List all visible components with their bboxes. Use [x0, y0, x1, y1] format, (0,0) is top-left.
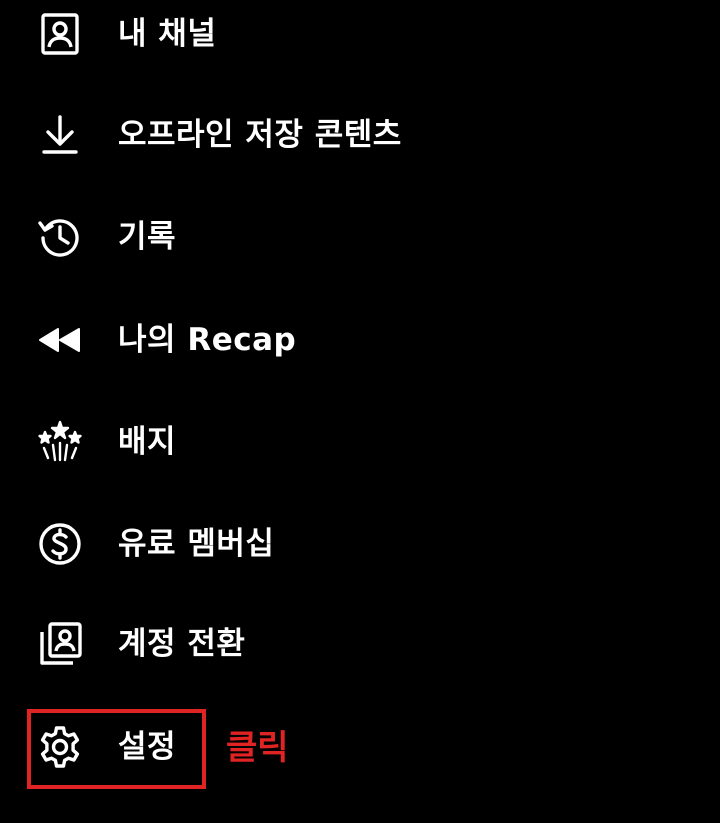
menu-item-paid-membership[interactable]: 유료 멤버십 [0, 498, 720, 590]
menu-item-label: 유료 멤버십 [118, 525, 275, 562]
dollar-circle-icon [36, 520, 84, 568]
menu-item-offline-content[interactable]: 오프라인 저장 콘텐츠 [0, 89, 720, 181]
menu-item-label: 계정 전환 [118, 625, 246, 662]
highlight-box [27, 709, 206, 789]
menu-item-label: 나의 Recap [118, 321, 297, 358]
menu-item-switch-account[interactable]: 계정 전환 [0, 598, 720, 690]
menu-item-my-recap[interactable]: 나의 Recap [0, 294, 720, 386]
history-icon [36, 213, 84, 261]
menu-item-label: 기록 [118, 218, 177, 255]
click-annotation: 클릭 [226, 728, 289, 768]
menu-item-label: 배지 [118, 423, 177, 460]
menu-item-my-channel[interactable]: 내 채널 [0, 0, 720, 80]
account-menu: 내 채널 오프라인 저장 콘텐츠 기록 나의 Recap 배지 유료 멤버십 계… [0, 0, 720, 823]
download-icon [36, 111, 84, 159]
switch-account-icon [36, 620, 84, 668]
menu-item-badges[interactable]: 배지 [0, 396, 720, 488]
menu-item-label: 내 채널 [118, 15, 217, 52]
rewind-icon [36, 316, 84, 364]
menu-item-label: 오프라인 저장 콘텐츠 [118, 116, 402, 153]
menu-item-history[interactable]: 기록 [0, 191, 720, 283]
account-box-icon [36, 10, 84, 58]
badge-sparkle-icon [36, 418, 84, 466]
